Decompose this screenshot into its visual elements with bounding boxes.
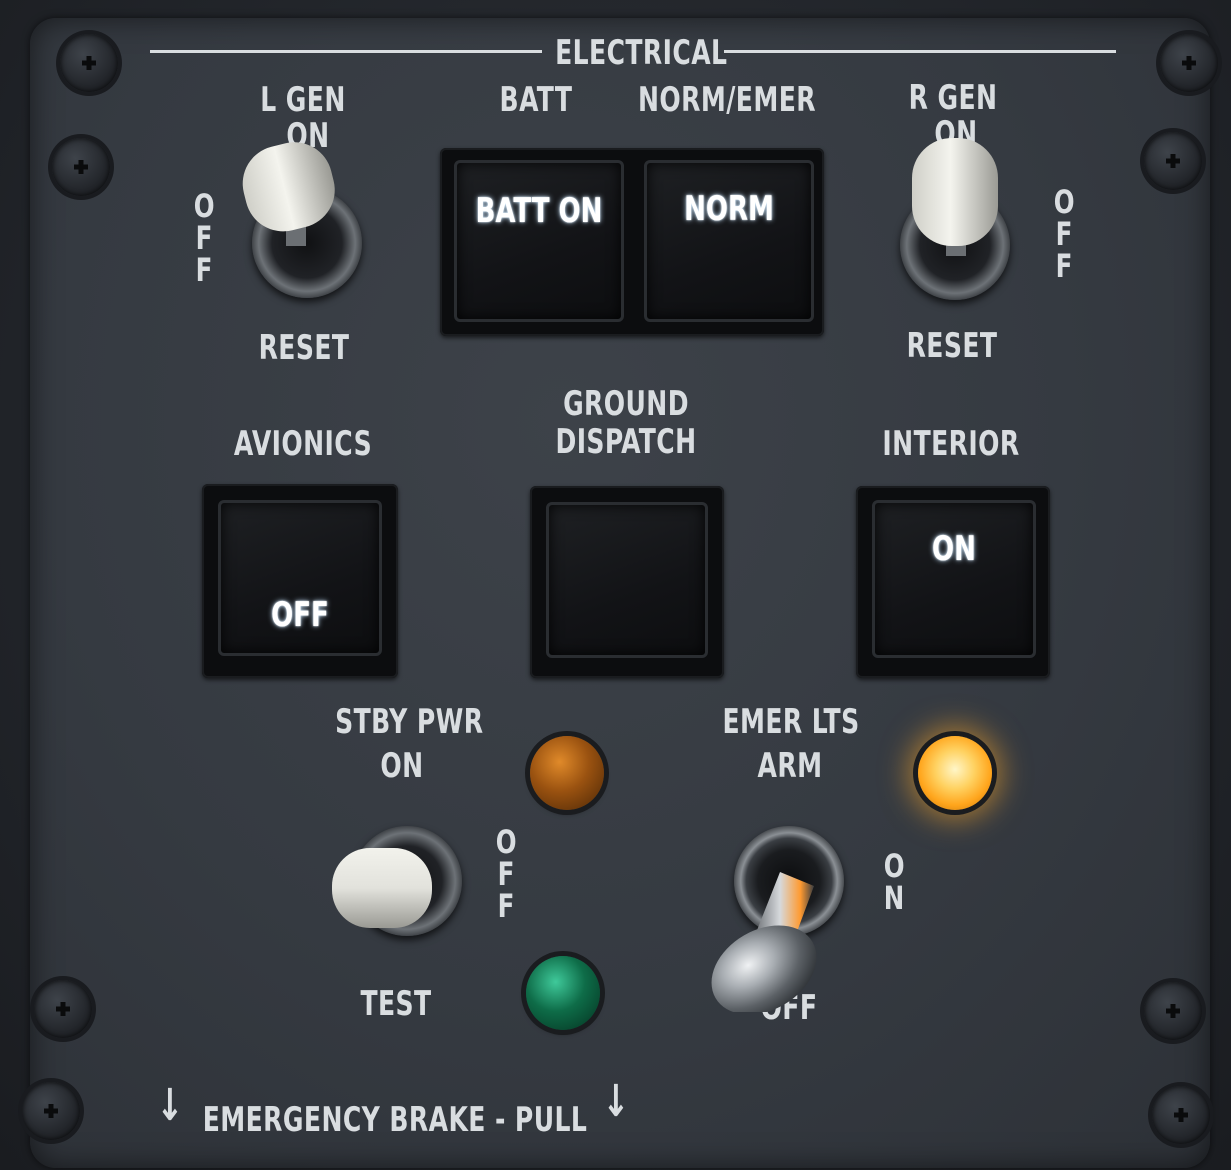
stby-pwr-off-text: OFF <box>495 823 517 925</box>
l-gen-reset-label: RESET <box>258 328 350 368</box>
emer-lts-arm-label: ARM <box>757 746 823 786</box>
panel-title: ELECTRICAL <box>555 33 728 73</box>
stby-pwr-toggle-switch[interactable] <box>328 842 438 932</box>
r-gen-label: R GEN <box>908 78 998 118</box>
stby-pwr-on-label: ON <box>380 746 424 786</box>
avionics-pushbutton[interactable]: OFF <box>218 500 382 656</box>
batt-pushbutton-display: BATT ON <box>475 191 603 231</box>
stby-pwr-test-label: TEST <box>360 984 432 1024</box>
stby-pwr-off-label: OFF <box>495 823 517 925</box>
emer-lts-amber-lamp <box>918 736 992 810</box>
emer-lts-on-text: ON <box>883 847 905 917</box>
emergency-brake-label: EMERGENCY BRAKE - PULL <box>202 1100 588 1140</box>
norm-emer-pushbutton-display: NORM <box>684 189 774 229</box>
title-rule-left <box>150 50 542 53</box>
l-gen-toggle-switch[interactable] <box>238 138 338 250</box>
screw-lower-left <box>34 980 92 1038</box>
stby-pwr-toggle-lever-icon <box>332 848 432 928</box>
ground-dispatch-label-line2: DISPATCH <box>555 422 697 462</box>
emergency-brake-arrow-left-icon: ↓ <box>156 1080 184 1131</box>
screw-top-right-outer <box>1160 34 1218 92</box>
emergency-brake-arrow-right-icon: ↓ <box>602 1076 630 1127</box>
screw-lower-right <box>1144 982 1202 1040</box>
r-gen-toggle-lever-icon <box>912 138 998 256</box>
screw-top-left-outer <box>60 34 118 92</box>
r-gen-off-text: OFF <box>1053 183 1075 285</box>
l-gen-off-text: OFF <box>193 187 215 289</box>
emer-lts-toggle-switch[interactable] <box>702 862 842 1015</box>
stby-green-lamp <box>526 956 600 1030</box>
avionics-label: AVIONICS <box>233 424 373 464</box>
emer-lts-on-label: ON <box>883 847 905 917</box>
screw-bottom-right-outer <box>1152 1086 1210 1144</box>
ground-dispatch-label-line1: GROUND <box>563 384 689 424</box>
r-gen-off-label: OFF <box>1053 183 1075 285</box>
stby-amber-lamp <box>530 736 604 810</box>
ground-dispatch-pushbutton[interactable] <box>546 502 708 658</box>
r-gen-toggle-switch[interactable] <box>906 134 1006 260</box>
stby-pwr-label: STBY PWR <box>335 702 484 742</box>
batt-pushbutton[interactable]: BATT ON <box>454 160 624 322</box>
screw-upper-right <box>1144 132 1202 190</box>
emer-lts-toggle-lever-icon <box>711 872 817 1015</box>
l-gen-label: L GEN <box>260 80 346 120</box>
r-gen-reset-label: RESET <box>906 326 998 366</box>
interior-pushbutton[interactable]: ON <box>872 500 1036 658</box>
interior-label: INTERIOR <box>882 424 1020 464</box>
l-gen-toggle-lever-icon <box>242 142 335 246</box>
screw-upper-left <box>52 138 110 196</box>
avionics-pushbutton-display: OFF <box>271 595 329 635</box>
norm-emer-label: NORM/EMER <box>638 80 817 120</box>
batt-label: BATT <box>499 80 573 120</box>
emer-lts-label: EMER LTS <box>722 702 860 742</box>
screw-bottom-left-outer <box>22 1082 80 1140</box>
interior-pushbutton-display: ON <box>932 529 976 569</box>
title-rule-right <box>724 50 1116 53</box>
norm-emer-pushbutton[interactable]: NORM <box>644 160 814 322</box>
l-gen-off-label: OFF <box>193 187 215 289</box>
